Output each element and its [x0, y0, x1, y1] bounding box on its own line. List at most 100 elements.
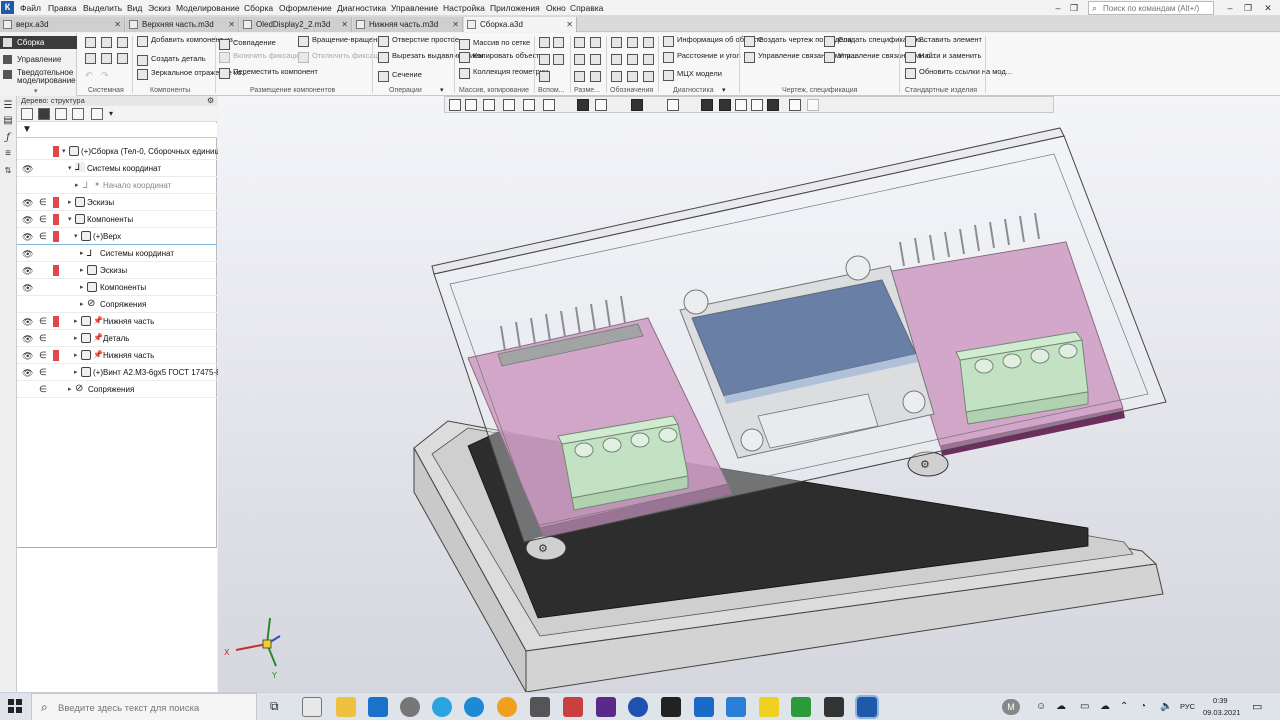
visibility-icon[interactable] [735, 99, 747, 111]
mode-manage[interactable]: Управление [0, 53, 77, 66]
explorer-icon[interactable] [336, 697, 356, 717]
copy-objects-button[interactable]: Копировать объекты [459, 52, 545, 63]
windows-start-icon[interactable] [8, 699, 22, 713]
app-orange-icon[interactable] [497, 697, 517, 717]
expand-icon[interactable]: ▸ [75, 181, 79, 189]
csys-icon[interactable] [553, 54, 564, 65]
vscode-icon[interactable] [726, 697, 746, 717]
shaded-icon[interactable] [577, 99, 589, 111]
angle-dim-icon[interactable] [590, 37, 601, 48]
maximize-icon[interactable]: ❐ [1242, 2, 1254, 14]
zoom-fit-icon[interactable] [465, 99, 477, 111]
display-mode-icon[interactable] [719, 99, 731, 111]
enable-fix-button[interactable]: Включить фиксацию [219, 52, 304, 63]
transparent-lid[interactable] [431, 127, 1167, 543]
tab-verh[interactable]: верх.a3d ✕ [0, 17, 125, 32]
radial-dim-icon[interactable] [574, 54, 585, 65]
simple-hole-button[interactable]: Отверстие простое [378, 36, 459, 47]
rotate-view-icon[interactable] [523, 99, 535, 111]
tree-components-icon[interactable] [55, 108, 67, 120]
distance-angle-button[interactable]: Расстояние и угол [663, 52, 741, 63]
roughness-icon[interactable] [627, 37, 638, 48]
include-icon[interactable]: ∈ [39, 350, 47, 361]
line-icon[interactable] [539, 71, 550, 82]
tree-row-lower-part-2[interactable]: 👁 ∈ ▸ 📌 Нижняя часть [17, 347, 217, 364]
terminal-icon[interactable] [661, 697, 681, 717]
zoom-window-icon[interactable] [449, 99, 461, 111]
menu-apps[interactable]: Приложения [490, 3, 540, 13]
mass-properties-button[interactable]: МЦХ модели [663, 70, 722, 81]
tree-row-mates[interactable]: ∈ ▸ ⊘ Сопряжения [17, 381, 217, 398]
include-icon[interactable]: ∈ [39, 214, 47, 225]
zoom-icon[interactable] [483, 99, 495, 111]
view-cube-icon[interactable] [595, 99, 607, 111]
close-icon[interactable]: ✕ [1262, 2, 1274, 14]
expand-icon[interactable]: ▸ [74, 317, 78, 325]
tree-row-csys[interactable]: 👁 ▾ ⅃ Системы координат [17, 160, 217, 177]
eye-icon[interactable]: 👁 [22, 283, 33, 294]
leader-icon[interactable] [611, 37, 622, 48]
expand-icon[interactable]: ▸ [68, 198, 72, 206]
axis-icon[interactable] [553, 37, 564, 48]
taskbar-search-input[interactable] [58, 701, 248, 715]
eye-icon[interactable]: 👁 [22, 164, 33, 175]
app-green-icon[interactable] [791, 697, 811, 717]
eye-icon[interactable]: 👁 [22, 198, 33, 209]
collapse-icon[interactable]: ▾ [62, 147, 66, 155]
save-as-icon[interactable] [117, 53, 128, 64]
chevron-down-icon[interactable]: ▾ [34, 87, 38, 95]
include-icon[interactable]: ∈ [39, 197, 47, 208]
app-blue-icon[interactable] [628, 697, 648, 717]
tree-row-screw[interactable]: 👁 ∈ ▸ (+)Винт А2.М3-6gx5 ГОСТ 17475-8... [17, 364, 227, 381]
include-icon[interactable]: ∈ [39, 384, 47, 395]
expand-icon[interactable]: ▸ [80, 283, 84, 291]
grid-array-button[interactable]: Массив по сетке [459, 39, 530, 50]
tab-oled-display[interactable]: OledDisplay2_2.m3d ✕ [240, 17, 352, 32]
eye-icon[interactable]: 👁 [22, 334, 33, 345]
include-icon[interactable]: ∈ [39, 367, 47, 378]
menu-design[interactable]: Оформление [279, 3, 332, 13]
layers-icon[interactable]: ▤ [2, 115, 14, 127]
network-icon[interactable]: ☁ [1056, 701, 1066, 712]
eye-icon[interactable]: 👁 [22, 232, 33, 243]
app-purple-icon[interactable] [596, 697, 616, 717]
menu-manage[interactable]: Управление [391, 3, 438, 13]
menu-help[interactable]: Справка [570, 3, 603, 13]
menu-file[interactable]: Файл [20, 3, 41, 13]
hide-icon[interactable] [631, 99, 643, 111]
expand-icon[interactable]: ▸ [74, 368, 78, 376]
disable-fix-button[interactable]: Отключить фиксацию [298, 52, 388, 63]
telegram-icon[interactable] [432, 697, 452, 717]
insert-element-button[interactable]: Вставить элемент [905, 36, 982, 47]
tree-row-detail[interactable]: 👁 ∈ ▸ 📌 Деталь [17, 330, 217, 347]
menu-assembly[interactable]: Сборка [244, 3, 273, 13]
menu-sketch[interactable]: Эскиз [148, 3, 171, 13]
menu-view[interactable]: Вид [127, 3, 142, 13]
redo-icon[interactable]: ↷ [101, 70, 109, 81]
perspective-icon[interactable] [701, 99, 713, 111]
chevron-up-icon[interactable]: ⌃ [1120, 701, 1128, 712]
pan-icon[interactable] [503, 99, 515, 111]
taskbar-search[interactable]: ⌕ [31, 693, 257, 720]
store-icon[interactable] [302, 697, 322, 717]
base-icon[interactable] [627, 54, 638, 65]
position-icon[interactable] [611, 54, 622, 65]
tree-assembly-icon[interactable] [38, 108, 50, 120]
collapse-icon[interactable]: ▾ [68, 215, 72, 223]
include-icon[interactable]: ∈ [39, 316, 47, 327]
settings-app-icon[interactable] [400, 697, 420, 717]
layers-view-icon[interactable] [751, 99, 763, 111]
coincidence-button[interactable]: Совпадение [219, 39, 276, 50]
notifications-icon[interactable]: ▭ [1252, 700, 1262, 713]
select-icon[interactable] [789, 99, 801, 111]
close-icon[interactable]: ✕ [452, 17, 459, 32]
expand-icon[interactable]: ▸ [80, 249, 84, 257]
tab-upper-part[interactable]: Верхняя часть.m3d ✕ [126, 17, 239, 32]
expand-icon[interactable]: ▸ [68, 385, 72, 393]
tree-row-verh-components[interactable]: 👁 ▸ Компоненты [17, 279, 217, 296]
plane-icon[interactable] [539, 37, 550, 48]
chevron-down-icon[interactable]: ▾ [109, 109, 113, 118]
text-icon[interactable] [643, 37, 654, 48]
app-red-icon[interactable] [563, 697, 583, 717]
assembly-model[interactable]: ⚙ ⚙ X Y [218, 96, 1280, 692]
